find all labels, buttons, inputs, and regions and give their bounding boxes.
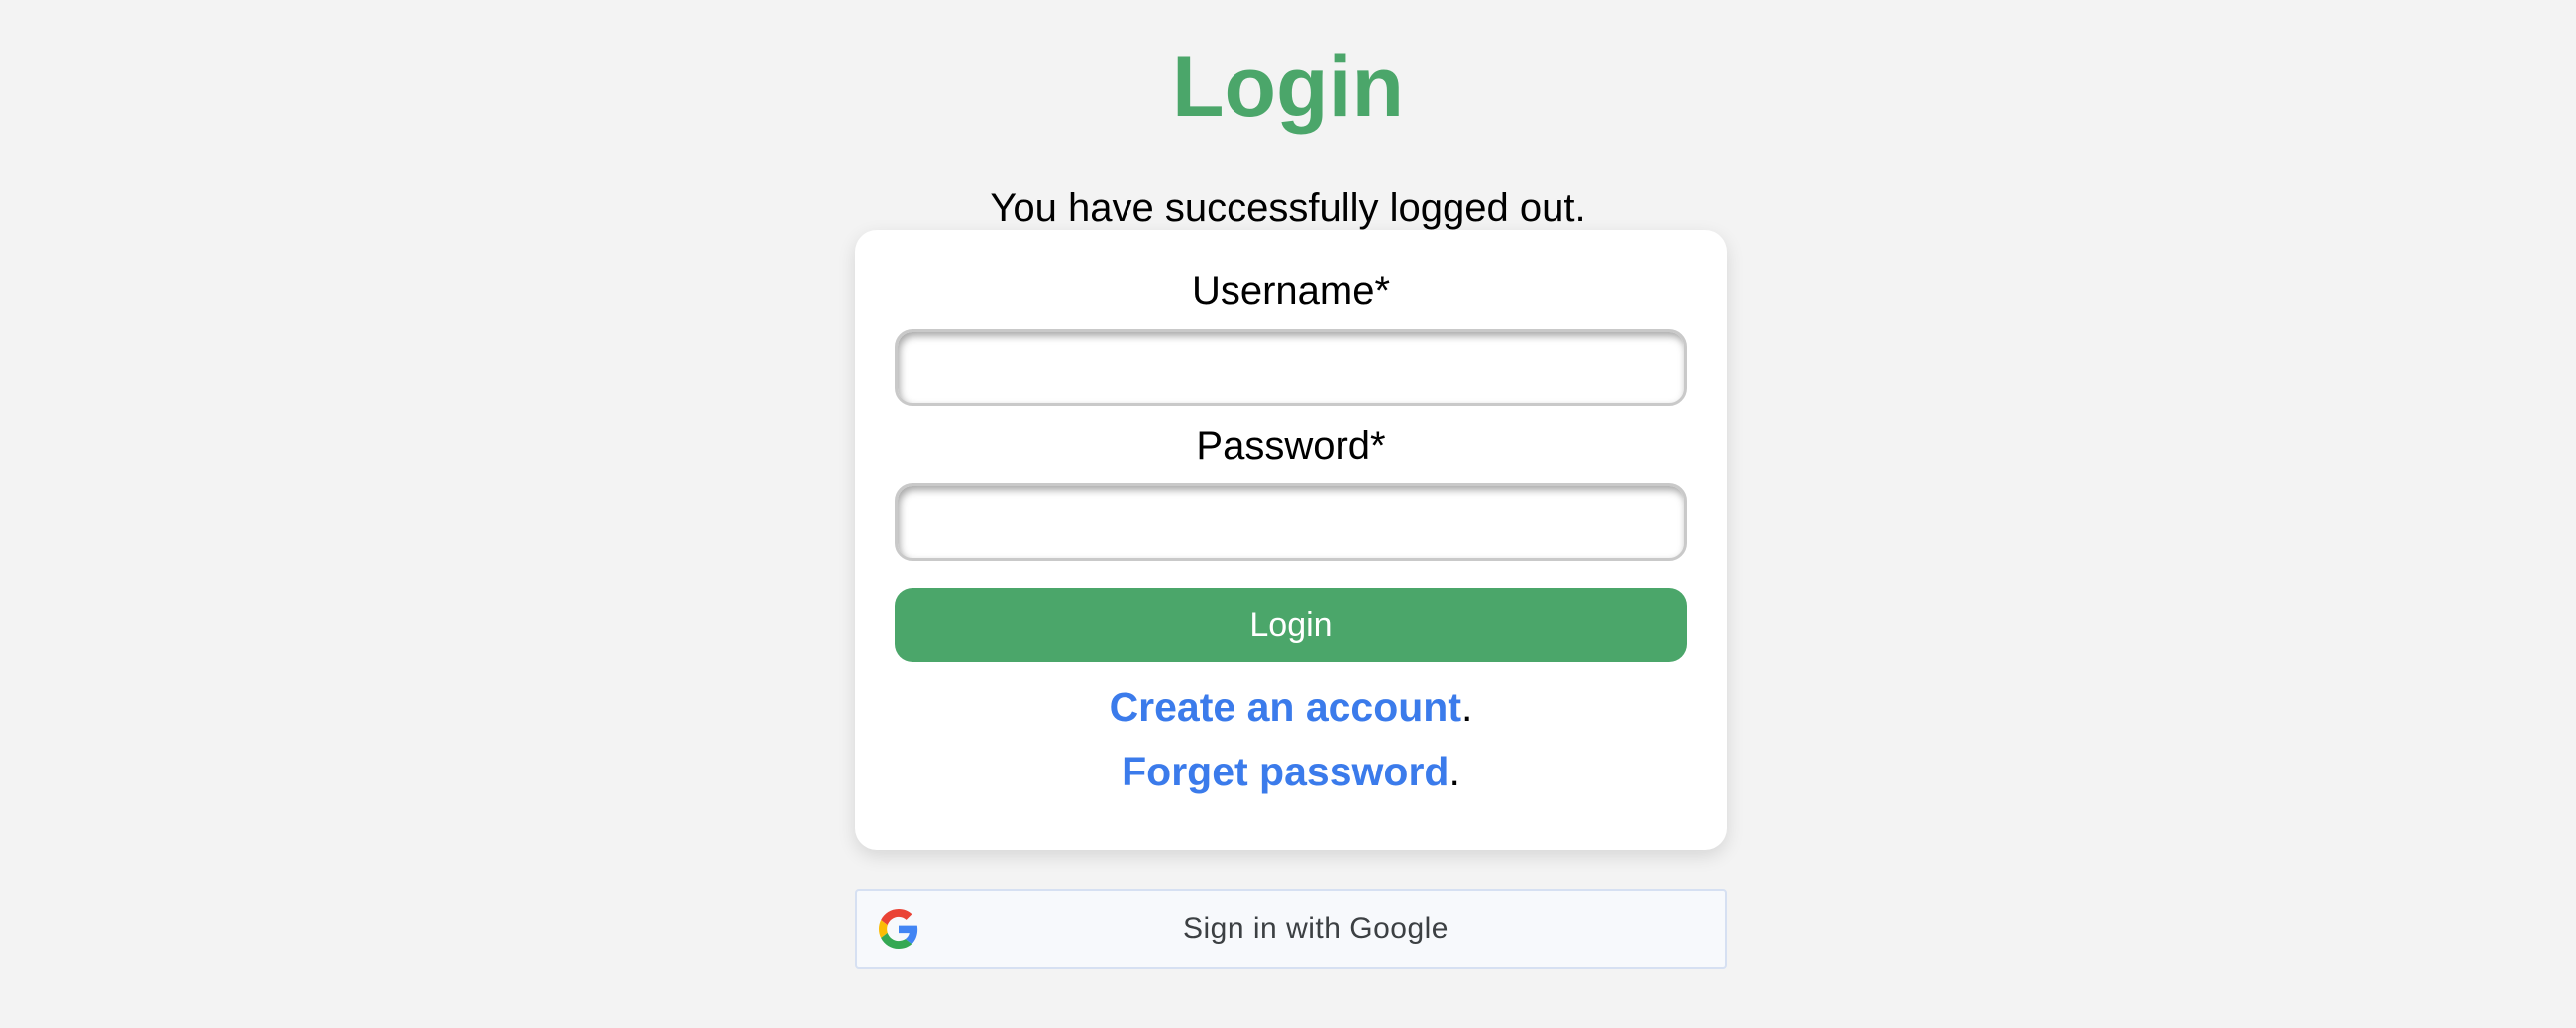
forget-password-link[interactable]: Forget password [1122,749,1449,794]
google-sign-in-button[interactable]: Sign in with Google [855,889,1727,969]
logout-message: You have successfully logged out. [990,186,1586,230]
google-sign-in-label: Sign in with Google [1183,912,1449,945]
create-account-line: Create an account. [855,679,1727,735]
password-input[interactable] [895,483,1687,561]
login-form-card: Username* Password* Login Create an acco… [855,230,1727,850]
forget-password-period: . [1449,749,1460,794]
password-label: Password* [1196,424,1386,467]
create-account-period: . [1461,684,1473,730]
username-label: Username* [1191,269,1391,313]
login-button[interactable]: Login [895,588,1687,662]
page-title: Login [1171,40,1405,135]
forget-password-line: Forget password. [855,744,1727,799]
username-input[interactable] [895,329,1687,406]
create-account-link[interactable]: Create an account [1110,684,1461,730]
